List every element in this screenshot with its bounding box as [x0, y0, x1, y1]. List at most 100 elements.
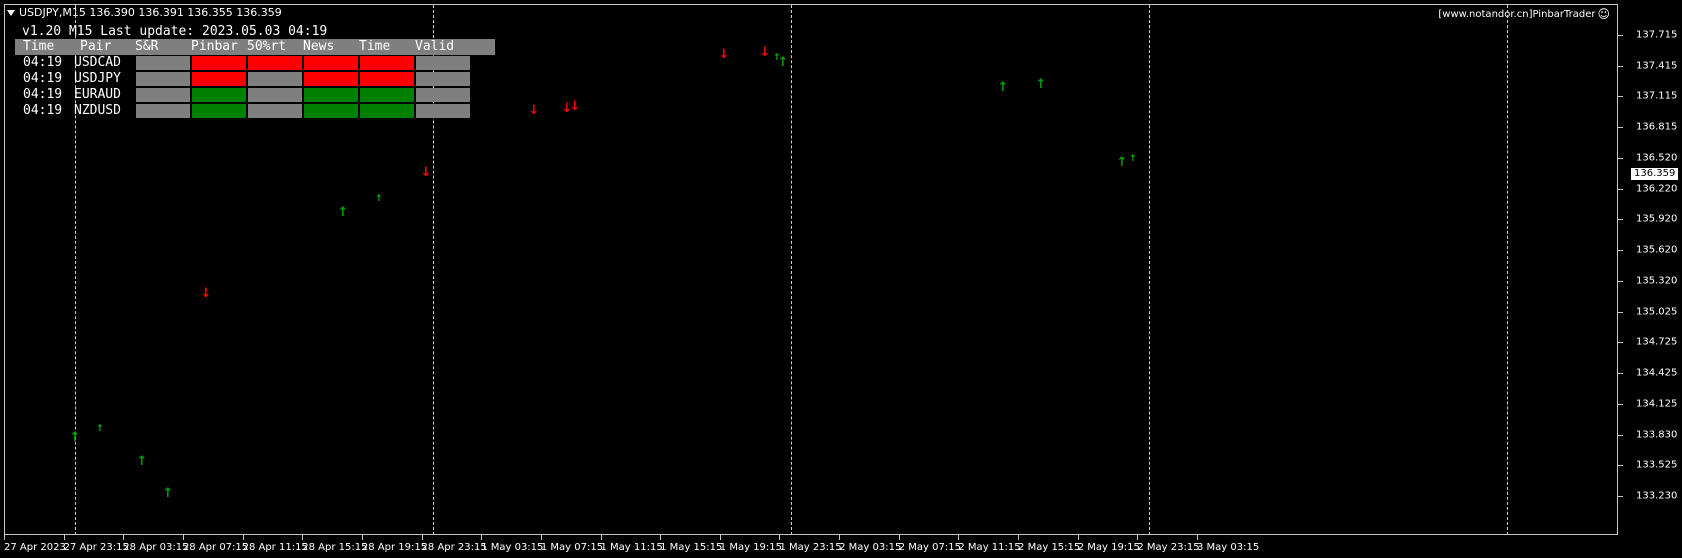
- price-tick: [1618, 403, 1623, 405]
- price-label: 136.815: [1636, 121, 1678, 133]
- time-label: 1 May 15:15: [660, 542, 723, 553]
- price-label: 137.415: [1636, 60, 1678, 72]
- period-separator: [791, 5, 792, 535]
- panel-status-cell: [248, 88, 302, 102]
- small-up-arrow-icon: ↑: [96, 424, 104, 434]
- price-tick: [1618, 311, 1623, 313]
- price-tick: [1618, 280, 1623, 282]
- time-tick: [898, 535, 900, 540]
- time-tick: [719, 535, 721, 540]
- price-label: 135.320: [1636, 275, 1678, 287]
- symbol-info-text: USDJPY,M15 136.390 136.391 136.355 136.3…: [19, 6, 282, 19]
- panel-status-cell: [192, 88, 246, 102]
- buy-arrow-icon: ↑: [69, 430, 81, 445]
- time-tick: [660, 535, 662, 540]
- dropdown-triangle-icon[interactable]: [7, 9, 15, 16]
- time-tick: [839, 535, 841, 540]
- time-label: 28 Apr 23:15: [421, 542, 487, 553]
- time-tick: [242, 535, 244, 540]
- price-label: 135.025: [1636, 306, 1678, 318]
- time-tick: [1137, 535, 1139, 540]
- panel-status-cell: [304, 104, 358, 118]
- price-label: 134.425: [1636, 367, 1678, 379]
- time-label: 2 May 03:15: [839, 542, 902, 553]
- price-tick: [1618, 65, 1623, 67]
- panel-column-header: 50%rt: [247, 39, 287, 54]
- panel-status-cell: [136, 56, 190, 70]
- time-label: 3 May 03:15: [1197, 542, 1260, 553]
- time-tick: [481, 535, 483, 540]
- current-price-label: 136.359: [1631, 168, 1679, 180]
- panel-column-header: S&R: [135, 39, 159, 54]
- price-tick: [1618, 250, 1623, 252]
- time-label: 2 May 23:15: [1137, 542, 1200, 553]
- panel-row-pair: USDJPY: [74, 71, 121, 86]
- time-tick: [958, 535, 960, 540]
- panel-status-cell: [416, 56, 470, 70]
- price-label: 133.830: [1636, 429, 1678, 441]
- panel-status-cell: [416, 104, 470, 118]
- time-label: 27 Apr 23:15: [63, 542, 129, 553]
- price-tick: [1618, 188, 1623, 190]
- time-label: 28 Apr 03:15: [123, 542, 189, 553]
- time-tick: [302, 535, 304, 540]
- panel-status-cell: [136, 88, 190, 102]
- period-separator: [1149, 5, 1150, 535]
- panel-row-pair: NZDUSD: [74, 103, 121, 118]
- panel-status-cell: [248, 56, 302, 70]
- buy-arrow-icon: ↑: [1035, 77, 1047, 92]
- buy-arrow-icon: ↑: [1116, 155, 1128, 170]
- period-separator: [1507, 5, 1508, 535]
- buy-arrow-icon: ↑: [136, 454, 148, 469]
- small-up-arrow-icon: ↑: [1129, 154, 1137, 164]
- time-label: 27 Apr 2023: [4, 542, 66, 553]
- panel-row-time: 04:19: [23, 87, 63, 102]
- price-tick: [1618, 127, 1623, 129]
- sell-arrow-icon: ↓: [718, 47, 730, 62]
- symbol-info-bar: USDJPY,M15 136.390 136.391 136.355 136.3…: [7, 6, 282, 19]
- time-label: 1 May 03:15: [481, 542, 544, 553]
- price-label: 133.525: [1636, 459, 1678, 471]
- chart-window[interactable]: USDJPY,M15 136.390 136.391 136.355 136.3…: [0, 0, 1682, 558]
- time-label: 28 Apr 11:15: [242, 542, 308, 553]
- time-tick: [361, 535, 363, 540]
- sell-arrow-icon: ↓: [200, 286, 212, 301]
- panel-status-cell: [360, 72, 414, 86]
- panel-row-time: 04:19: [23, 71, 63, 86]
- time-label: 1 May 19:15: [719, 542, 783, 553]
- panel-status-cell: [360, 104, 414, 118]
- buy-arrow-icon: ↑: [997, 80, 1009, 95]
- time-axis[interactable]: 27 Apr 2023 27 Apr 23:15 28 Apr 03:15 28 Ap…: [0, 535, 1618, 558]
- panel-column-header: Time: [359, 39, 391, 54]
- panel-status-cell: [248, 72, 302, 86]
- buy-arrow-icon: ↑: [337, 205, 349, 220]
- pinbar-panel: Time Pair S&R Pinbar 50%rt News Time Valid 04:19…: [15, 39, 495, 122]
- panel-status-cell: [248, 104, 302, 118]
- panel-status-cell: [360, 88, 414, 102]
- panel-column-header: Time: [23, 39, 55, 54]
- time-tick: [1077, 535, 1079, 540]
- panel-row-time: 04:19: [23, 55, 63, 70]
- smiley-icon: ☺: [1597, 7, 1610, 21]
- time-label: 2 May 11:15: [958, 542, 1021, 553]
- sell-arrow-icon: ↓: [759, 45, 771, 60]
- price-label: 134.725: [1636, 336, 1678, 348]
- price-tick: [1618, 373, 1623, 375]
- panel-status-cell: [304, 56, 358, 70]
- small-up-arrow-icon: ↑: [375, 194, 383, 204]
- price-label: 135.620: [1636, 244, 1678, 256]
- panel-row-pair: USDCAD: [74, 55, 121, 70]
- panel-status-cell: [416, 88, 470, 102]
- time-label: 2 May 15:15: [1018, 542, 1081, 553]
- time-label: 28 Apr 07:15: [182, 542, 249, 553]
- time-label: 28 Apr 19:15: [361, 542, 428, 553]
- panel-status-cell: [192, 72, 246, 86]
- sell-arrow-icon: ↓: [569, 99, 581, 114]
- price-tick: [1618, 157, 1623, 159]
- panel-status-cell: [360, 56, 414, 70]
- small-up-arrow-icon: ↑: [773, 53, 781, 63]
- price-tick: [1618, 465, 1623, 467]
- indicator-brand: [www.notandor.cn]PinbarTrader ☺: [1438, 7, 1610, 21]
- price-axis[interactable]: 137.715 137.415 137.115 136.815 136.520 136.2…: [1618, 4, 1682, 535]
- panel-column-header: Valid: [415, 39, 455, 54]
